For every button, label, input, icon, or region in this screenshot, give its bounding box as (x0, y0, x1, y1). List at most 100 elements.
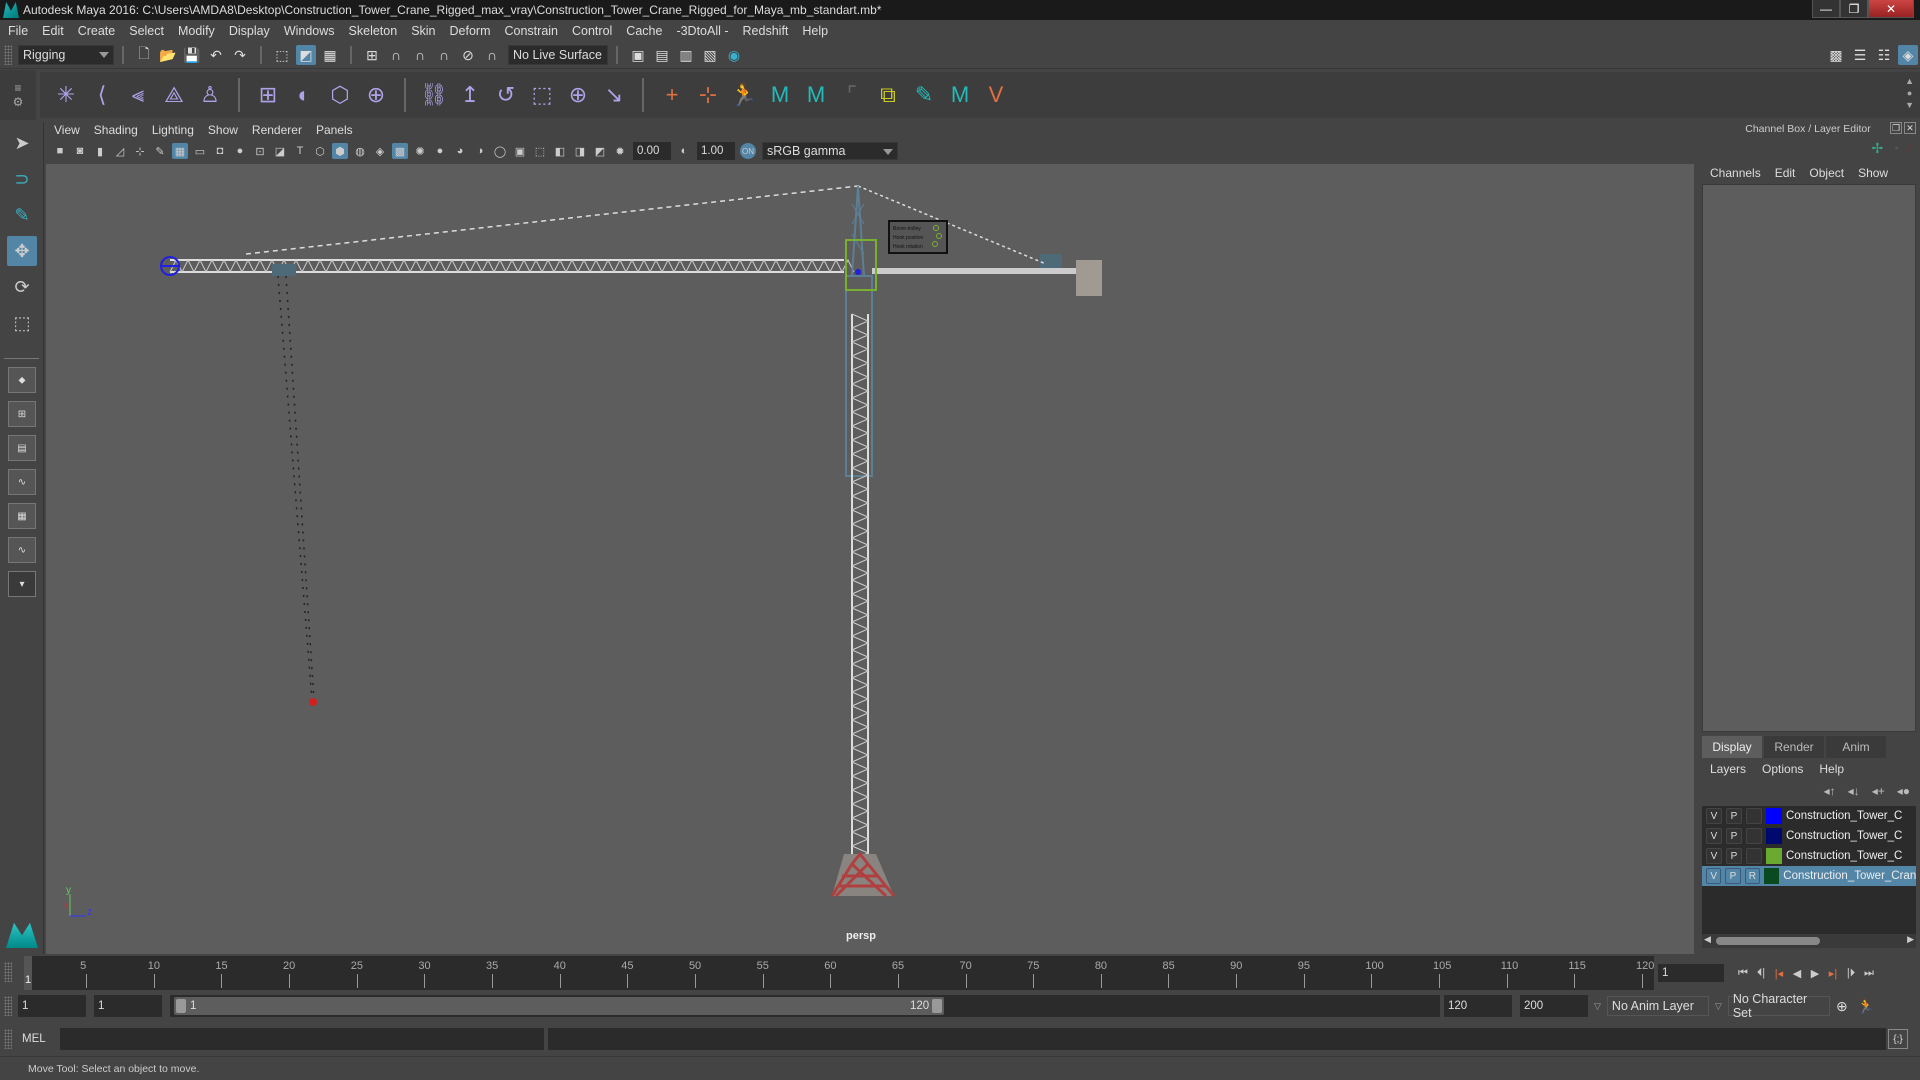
gear-icon[interactable]: ⚙ (13, 95, 24, 109)
chevron-down-icon[interactable]: ▽ (1594, 1001, 1601, 1012)
menu-constrain[interactable]: Constrain (505, 24, 559, 38)
ipr-render-icon[interactable]: ▥ (676, 45, 696, 65)
play-backwards-icon[interactable]: ◀ (1788, 964, 1806, 982)
xray-active-icon[interactable]: ◨ (572, 143, 588, 159)
redo-icon[interactable]: ↷ (230, 45, 250, 65)
gamma-field[interactable]: 1.00 (697, 142, 735, 160)
modeling-toolkit-icon[interactable]: ▩ (1826, 45, 1846, 65)
ik-handle-icon[interactable]: ⟁ (159, 79, 189, 111)
safe-title-icon[interactable]: T (292, 143, 308, 159)
pole-vector-icon[interactable]: ↘ (599, 79, 629, 111)
parent-locator-icon[interactable]: ⊹ (693, 79, 723, 111)
grease-pencil-icon[interactable]: ✎ (152, 143, 168, 159)
step-forward-key-icon[interactable]: ▸| (1824, 964, 1842, 982)
mirror-joint-icon[interactable]: ⫷ (123, 79, 153, 111)
menu-select[interactable]: Select (129, 24, 164, 38)
manipulator-icon[interactable]: ✢ (1871, 140, 1883, 157)
create-joints-icon[interactable]: ✳ (51, 79, 81, 111)
playback-start-field[interactable]: 1 (94, 995, 162, 1017)
tab-anim[interactable]: Anim (1826, 736, 1886, 758)
go-to-end-icon[interactable]: ⏭ (1860, 964, 1878, 982)
grip-handle[interactable] (4, 45, 12, 65)
animation-preferences-icon[interactable]: 🏃 (1856, 996, 1876, 1016)
playback-toggle[interactable]: P (1726, 808, 1742, 824)
chevron-down-icon[interactable]: ▽ (1715, 1001, 1722, 1012)
animation-start-field[interactable]: 1 (18, 995, 86, 1017)
menu-control[interactable]: Control (572, 24, 612, 38)
character-icon[interactable]: 🏃 (729, 79, 759, 111)
single-perspective-layout-icon[interactable]: ⬥ (8, 367, 36, 393)
menu-edit[interactable]: Edit (42, 24, 64, 38)
playback-end-field[interactable]: 120 (1444, 995, 1512, 1017)
step-forward-frame-icon[interactable]: |⏵ (1842, 964, 1860, 982)
panel-menu-shading[interactable]: Shading (94, 123, 138, 137)
paint-weights-icon[interactable]: ◐ (289, 79, 319, 111)
camera-select-icon[interactable]: ■ (52, 143, 68, 159)
layer-color-swatch[interactable] (1766, 808, 1782, 824)
menuset-dropdown[interactable]: Rigging (18, 45, 114, 65)
gate-mask-icon[interactable]: ● (232, 143, 248, 159)
select-object-icon[interactable]: ◩ (296, 45, 316, 65)
render-view-icon[interactable]: ▣ (628, 45, 648, 65)
ambient-occlusion-icon[interactable]: ● (432, 143, 448, 159)
insert-joint-icon[interactable]: ⟨ (87, 79, 117, 111)
use-all-lights-icon[interactable]: ▩ (392, 143, 408, 159)
crane-counter-jib[interactable] (872, 254, 1102, 296)
lattice-icon[interactable]: ⬡ (325, 79, 355, 111)
scale-constraint-icon[interactable]: ⬚ (527, 79, 557, 111)
scroll-down-icon[interactable]: ▼ (1905, 99, 1914, 111)
render-current-icon[interactable]: ▤ (652, 45, 672, 65)
attribute-editor-icon[interactable]: ☰ (1850, 45, 1870, 65)
hypershade-layout-icon[interactable]: ▦ (8, 503, 36, 529)
cb-menu-show[interactable]: Show (1858, 166, 1888, 180)
empty-slot[interactable]: ⌜ (837, 79, 867, 111)
panel-menu-panels[interactable]: Panels (316, 123, 353, 137)
layer-color-swatch[interactable] (1764, 868, 1780, 884)
playback-toggle[interactable]: P (1726, 828, 1742, 844)
shadows-icon[interactable]: ✺ (412, 143, 428, 159)
grip-handle[interactable] (4, 962, 12, 982)
tower-head[interactable] (851, 185, 865, 277)
tool-settings-icon[interactable]: ☷ (1874, 45, 1894, 65)
new-layer-selected-icon[interactable]: ◂● (1897, 784, 1910, 798)
2d-pan-zoom-icon[interactable]: ⊹ (132, 143, 148, 159)
menu-3dtoall[interactable]: -3DtoAll - (676, 24, 728, 38)
minimize-button[interactable]: — (1812, 0, 1840, 18)
menu-skin[interactable]: Skin (411, 24, 435, 38)
channel-box-layer-editor-icon[interactable]: ◈ (1898, 45, 1918, 65)
cluster-icon[interactable]: ⊕ (361, 79, 391, 111)
visibility-toggle[interactable]: V (1706, 808, 1722, 824)
menu-windows[interactable]: Windows (284, 24, 335, 38)
layer-color-swatch[interactable] (1766, 848, 1782, 864)
menu-redshift[interactable]: Redshift (743, 24, 789, 38)
cb-menu-edit[interactable]: Edit (1775, 166, 1796, 180)
maya-logo-icon[interactable]: M (765, 79, 795, 111)
command-input[interactable] (60, 1028, 544, 1050)
layer-row[interactable]: V P Construction_Tower_C (1702, 806, 1916, 826)
auto-key-icon[interactable]: ⊕ (1832, 996, 1852, 1016)
exposure-field[interactable]: 0.00 (633, 142, 671, 160)
play-forwards-icon[interactable]: ▶ (1806, 964, 1824, 982)
speed-icon[interactable]: ◔ (1891, 140, 1899, 157)
menu-cache[interactable]: Cache (626, 24, 662, 38)
menu-icon[interactable]: ≡ (14, 81, 21, 95)
paint-select-icon[interactable]: ✎ (909, 79, 939, 111)
shelf-scroll[interactable]: ▲ ● ▼ (1905, 75, 1914, 111)
tower-base[interactable] (830, 851, 896, 898)
paint-select-tool-icon[interactable]: ✎ (7, 200, 37, 230)
display-type-toggle[interactable] (1746, 828, 1762, 844)
select-component-icon[interactable]: ▦ (320, 45, 340, 65)
panel-menu-renderer[interactable]: Renderer (252, 123, 302, 137)
tab-render[interactable]: Render (1764, 736, 1824, 758)
textured-icon[interactable]: ◈ (372, 143, 388, 159)
color-management-toggle-icon[interactable]: ON (740, 143, 756, 159)
layer-list-scrollbar[interactable]: ◀ ▶ (1702, 934, 1916, 948)
smooth-bind-icon[interactable]: ⊞ (253, 79, 283, 111)
snap-surface-icon[interactable]: ∩ (482, 45, 502, 65)
isolate-select-icon[interactable]: ⬚ (532, 143, 548, 159)
le-menu-layers[interactable]: Layers (1710, 762, 1746, 776)
grip-handle[interactable] (4, 1029, 12, 1049)
rotate-tool-icon[interactable]: ⟳ (7, 272, 37, 302)
menu-file[interactable]: File (8, 24, 28, 38)
undo-icon[interactable]: ↶ (206, 45, 226, 65)
